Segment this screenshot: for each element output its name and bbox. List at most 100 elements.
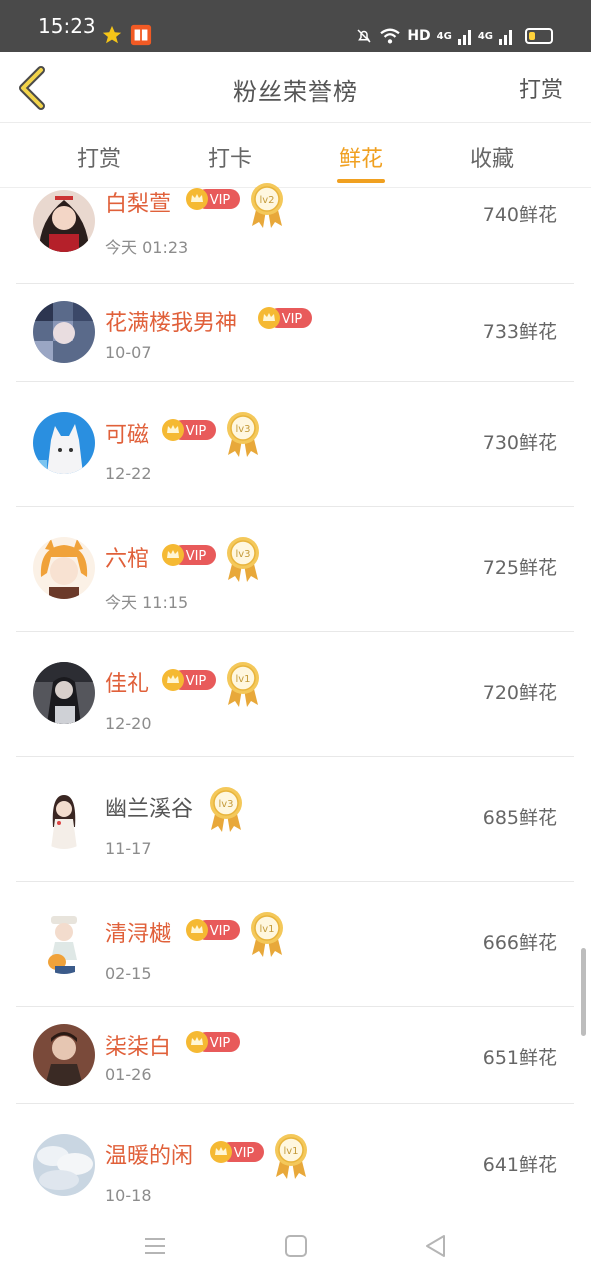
vip-badge: VIP	[258, 307, 312, 329]
list-item[interactable]: 花满楼我男神 VIP 10-07 733鲜花	[16, 283, 574, 382]
user-name: 六棺	[105, 547, 150, 572]
flower-count: 733鲜花	[482, 321, 557, 343]
date-label: 10-18	[105, 1186, 152, 1205]
vip-label: VIP	[210, 193, 231, 208]
status-time: 15:23	[38, 14, 96, 38]
user-name: 幽兰溪谷	[105, 797, 194, 822]
user-name: 清浔樾	[105, 922, 172, 947]
navigation-bar	[0, 1212, 591, 1280]
date-label: 02-15	[105, 964, 152, 983]
flower-count: 685鲜花	[482, 807, 557, 829]
user-name: 佳礼	[105, 672, 150, 697]
list-item[interactable]: 六棺 VIP lv3 今天 11:15 725鲜花	[16, 507, 574, 632]
flower-count: 641鲜花	[482, 1154, 557, 1176]
date-label: 今天 01:23	[105, 238, 189, 257]
tab-favorites[interactable]: 收藏	[447, 141, 537, 173]
date-label: 12-20	[105, 714, 152, 733]
vip-badge: VIP	[162, 669, 216, 691]
medal-icon: lv1	[227, 662, 259, 707]
network-label: HD	[407, 28, 431, 44]
battery-icon	[525, 28, 553, 44]
vip-badge: VIP	[162, 544, 216, 566]
star-icon	[102, 25, 122, 44]
signal-label-1: 4G	[436, 30, 452, 42]
medal-level: lv3	[218, 799, 233, 810]
status-bar: 15:23 HD 4G 4G	[0, 0, 591, 52]
flower-count: 730鲜花	[482, 432, 557, 454]
vip-label: VIP	[282, 312, 303, 327]
date-label: 今天 11:15	[105, 593, 189, 612]
list-item[interactable]: 可磁 VIP lv3 12-22 730鲜花	[16, 382, 574, 507]
vip-label: VIP	[186, 424, 207, 439]
medal-level: lv3	[235, 549, 250, 560]
menu-icon[interactable]	[141, 1232, 169, 1260]
wifi-icon	[380, 28, 401, 44]
user-name: 可磁	[105, 423, 150, 448]
signal-icon-2	[499, 30, 512, 45]
medal-level: lv3	[235, 424, 250, 435]
avatar	[33, 412, 95, 474]
vip-badge: VIP	[210, 1141, 264, 1163]
medal-icon: lv1	[251, 912, 283, 957]
date-label: 10-07	[105, 343, 152, 362]
home-square-icon[interactable]	[282, 1232, 310, 1260]
scrollbar[interactable]	[581, 948, 586, 1036]
date-label: 01-26	[105, 1065, 152, 1084]
avatar	[33, 662, 95, 724]
user-name: 白梨萱	[105, 192, 172, 217]
avatar	[33, 912, 95, 974]
vip-label: VIP	[210, 924, 231, 939]
medal-level: lv2	[259, 195, 274, 206]
vip-label: VIP	[186, 674, 207, 689]
vip-label: VIP	[186, 549, 207, 564]
vip-badge: VIP	[186, 188, 240, 210]
user-name: 柒柒白	[105, 1035, 172, 1060]
list-item[interactable]: 幽兰溪谷 lv3 11-17 685鲜花	[16, 757, 574, 882]
medal-icon: lv1	[275, 1134, 307, 1179]
vip-label: VIP	[210, 1036, 231, 1051]
reward-button[interactable]: 打赏	[519, 72, 563, 104]
status-icons: HD 4G 4G	[355, 25, 553, 47]
medal-level: lv1	[235, 674, 250, 685]
battery-level	[529, 32, 535, 40]
medal-icon: lv3	[210, 787, 242, 832]
list-item[interactable]: 清浔樾 VIP lv1 02-15 666鲜花	[16, 882, 574, 1007]
page-title: 粉丝荣誉榜	[233, 78, 358, 106]
user-name: 花满楼我男神	[105, 311, 238, 336]
tab-checkin[interactable]: 打卡	[185, 141, 275, 173]
list-item[interactable]: 佳礼 VIP lv1 12-20 720鲜花	[16, 632, 574, 757]
flower-count: 666鲜花	[482, 932, 557, 954]
list-item[interactable]: 温暖的闲 VIP lv1 10-18 641鲜花	[16, 1104, 574, 1212]
date-label: 12-22	[105, 464, 152, 483]
list-item[interactable]: 白梨萱 VIP lv2 今天 01:23 740鲜花	[16, 178, 574, 284]
avatar	[33, 301, 95, 363]
vip-label: VIP	[234, 1146, 255, 1161]
user-name: 温暖的闲	[105, 1144, 194, 1169]
signal-icon	[457, 30, 471, 45]
vip-badge: VIP	[186, 1031, 240, 1053]
medal-level: lv1	[283, 1146, 298, 1157]
flower-count: 725鲜花	[482, 557, 557, 579]
flower-count: 651鲜花	[482, 1047, 557, 1069]
back-triangle-icon[interactable]	[422, 1232, 450, 1260]
flower-count: 740鲜花	[482, 204, 557, 226]
medal-icon: lv3	[227, 412, 259, 457]
tab-reward[interactable]: 打赏	[54, 141, 144, 173]
bell-mute-icon	[357, 29, 371, 43]
tab-flowers[interactable]: 鲜花	[316, 141, 406, 173]
vip-badge: VIP	[186, 919, 240, 941]
medal-level: lv1	[259, 924, 274, 935]
list-item[interactable]: 柒柒白 VIP 01-26 651鲜花	[16, 1007, 574, 1104]
medal-icon: lv2	[251, 183, 283, 228]
avatar	[33, 537, 95, 599]
vip-badge: VIP	[162, 419, 216, 441]
avatar	[33, 190, 95, 252]
avatar	[33, 787, 95, 849]
signal-label-2: 4G	[477, 30, 493, 42]
medal-icon: lv3	[227, 537, 259, 582]
avatar	[33, 1024, 95, 1086]
app-header: 粉丝荣誉榜 打赏	[0, 52, 591, 123]
flower-count: 720鲜花	[482, 682, 557, 704]
date-label: 11-17	[105, 839, 152, 858]
app-notification-icon	[130, 24, 152, 46]
